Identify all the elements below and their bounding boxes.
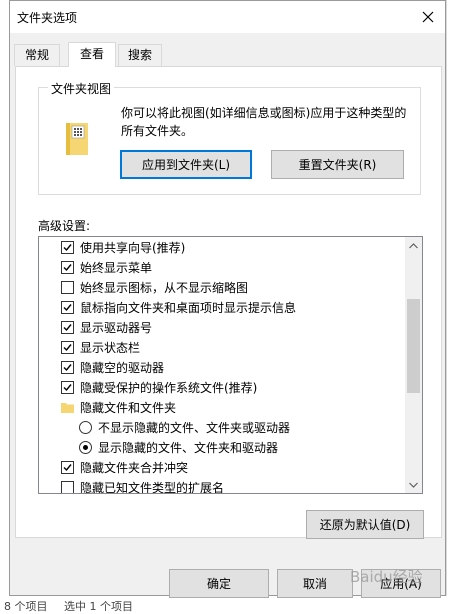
checkbox-checked[interactable] [61, 460, 74, 474]
setting-item[interactable]: 显示状态栏 [39, 337, 404, 357]
setting-item[interactable]: 始终显示图标，从不显示缩略图 [39, 277, 404, 297]
setting-label: 隐藏空的驱动器 [80, 360, 165, 375]
setting-item[interactable]: 隐藏文件夹合并冲突 [39, 457, 404, 477]
setting-label: 显示状态栏 [80, 340, 141, 355]
checkbox-checked[interactable] [61, 240, 74, 254]
setting-label: 使用共享向导(推荐) [80, 240, 186, 255]
apply-to-folders-button[interactable]: 应用到文件夹(L) [120, 150, 252, 179]
scroll-thumb[interactable] [407, 298, 420, 393]
chevron-down-icon [409, 482, 418, 488]
tab-general[interactable]: 常规 [14, 44, 60, 66]
setting-label: 始终显示菜单 [80, 260, 153, 275]
folder-views-title: 文件夹视图 [48, 80, 115, 97]
advanced-settings-items: 使用共享向导(推荐) 始终显示菜单始终显示图标，从不显示缩略图鼠标指向文件夹和桌面… [39, 237, 404, 493]
radio-selected[interactable] [79, 440, 92, 454]
checkbox-unchecked[interactable] [61, 280, 74, 294]
setting-label: 不显示隐藏的文件、文件夹或驱动器 [98, 420, 291, 435]
tab-view[interactable]: 查看 [68, 42, 116, 67]
dialog-content: 常规 查看 搜索 文件夹视图 你可以将此视图(如详细信息或图标)应用于这种类型的… [10, 33, 445, 598]
setting-item[interactable]: 隐藏空的驱动器 [39, 357, 404, 377]
folder-view-icon [66, 123, 88, 155]
folder-views-description: 你可以将此视图(如详细信息或图标)应用于这种类型的所有文件夹。 [121, 106, 407, 138]
setting-label: 鼠标指向文件夹和桌面项时显示提示信息 [80, 300, 297, 315]
radio-unselected[interactable] [79, 420, 92, 434]
status-item-count: 8 个项目 [4, 600, 48, 613]
dialog-title: 文件夹选项 [17, 11, 78, 25]
close-button[interactable] [415, 5, 441, 29]
checkbox-unchecked[interactable] [61, 480, 74, 493]
setting-item[interactable]: 使用共享向导(推荐) [39, 237, 404, 257]
setting-label: 始终显示图标，从不显示缩略图 [80, 280, 249, 295]
setting-item[interactable]: 不显示隐藏的文件、文件夹或驱动器 [39, 417, 404, 437]
setting-label: 显示隐藏的文件、文件夹和驱动器 [98, 440, 279, 455]
ok-button[interactable]: 确定 [169, 569, 269, 598]
background-status-bar: 8 个项目 选中 1 个项目 [0, 596, 458, 614]
setting-item[interactable]: 隐藏已知文件类型的扩展名 [39, 477, 404, 493]
watermark-text: Baidu经验 [350, 568, 423, 586]
folder-views-group: 文件夹视图 你可以将此视图(如详细信息或图标)应用于这种类型的所有文件夹。 应用… [38, 80, 421, 195]
checkbox-checked[interactable] [61, 320, 74, 334]
background-window-right [446, 0, 458, 614]
setting-item[interactable]: 显示隐藏的文件、文件夹和驱动器 [39, 437, 404, 457]
scroll-down-button[interactable] [405, 476, 422, 493]
checkbox-checked[interactable] [61, 260, 74, 274]
setting-item[interactable]: 始终显示菜单 [39, 257, 404, 277]
advanced-settings-label: 高级设置: [38, 219, 91, 233]
setting-item[interactable]: 隐藏受保护的操作系统文件(推荐) [39, 377, 404, 397]
setting-item[interactable]: 鼠标指向文件夹和桌面项时显示提示信息 [39, 297, 404, 317]
setting-label: 隐藏文件夹合并冲突 [80, 460, 189, 475]
folder-options-dialog: 文件夹选项 常规 查看 搜索 文件夹视图 你可以将此视图(如详细信息或图标)应用… [9, 0, 446, 598]
checkbox-checked[interactable] [61, 340, 74, 354]
chevron-up-icon [409, 242, 418, 248]
checkbox-checked[interactable] [61, 380, 74, 394]
setting-label: 显示驱动器号 [80, 320, 153, 335]
tab-search[interactable]: 搜索 [118, 44, 162, 66]
setting-item[interactable]: 隐藏文件和文件夹 [39, 397, 404, 417]
restore-defaults-button[interactable]: 还原为默认值(D) [306, 510, 424, 539]
folder-icon [61, 402, 74, 413]
advanced-settings-list[interactable]: 使用共享向导(推荐) 始终显示菜单始终显示图标，从不显示缩略图鼠标指向文件夹和桌面… [38, 236, 423, 494]
setting-label: 隐藏受保护的操作系统文件(推荐) [80, 380, 258, 395]
cancel-button[interactable]: 取消 [277, 569, 353, 598]
view-tab-panel: 文件夹视图 你可以将此视图(如详细信息或图标)应用于这种类型的所有文件夹。 应用… [15, 66, 442, 539]
status-selected-count: 选中 1 个项目 [64, 600, 133, 613]
checkbox-checked[interactable] [61, 300, 74, 314]
checkbox-checked[interactable] [61, 360, 74, 374]
setting-label: 隐藏已知文件类型的扩展名 [80, 480, 225, 494]
vertical-scrollbar[interactable] [405, 237, 422, 493]
background-window-left [0, 0, 9, 614]
close-icon [422, 11, 434, 23]
scroll-up-button[interactable] [405, 237, 422, 254]
setting-item[interactable]: 显示驱动器号 [39, 317, 404, 337]
reset-folders-button[interactable]: 重置文件夹(R) [271, 150, 404, 179]
title-bar: 文件夹选项 [10, 1, 445, 33]
setting-label: 隐藏文件和文件夹 [80, 400, 177, 415]
